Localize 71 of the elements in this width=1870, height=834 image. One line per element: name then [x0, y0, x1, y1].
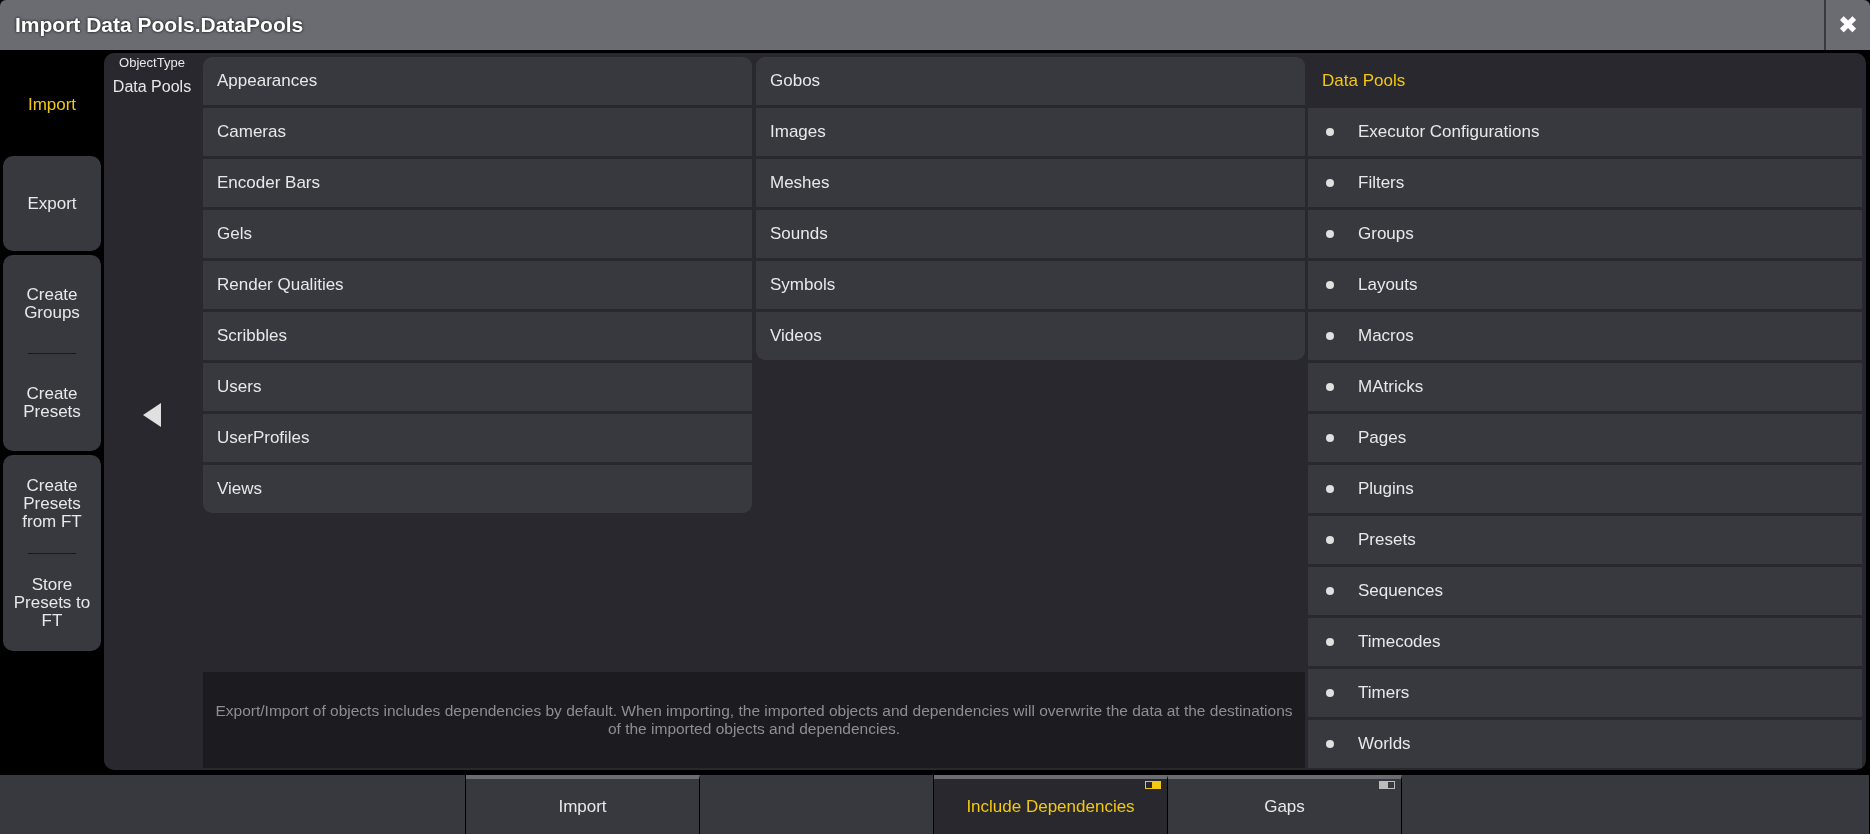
bullet-icon	[1326, 383, 1334, 391]
list-row[interactable]: MAtricks	[1308, 363, 1862, 411]
bullet-icon	[1326, 281, 1334, 289]
list-label: Presets	[1358, 529, 1416, 552]
bullet-icon	[1326, 587, 1334, 595]
list-item[interactable]: Videos	[756, 312, 1305, 360]
list-label: Groups	[1358, 223, 1414, 246]
list-item[interactable]: Symbols	[756, 261, 1305, 309]
list-item[interactable]: Views	[203, 465, 752, 513]
list-row[interactable]: Groups	[1308, 210, 1862, 258]
list-row[interactable]: Macros	[1308, 312, 1862, 360]
list-row[interactable]: Executor Configurations	[1308, 108, 1862, 156]
list-row[interactable]: Plugins	[1308, 465, 1862, 513]
list-row[interactable]: Timers	[1308, 669, 1862, 717]
import-button[interactable]: Import	[466, 775, 700, 834]
list-item[interactable]: Meshes	[756, 159, 1305, 207]
list-row[interactable]: Pages	[1308, 414, 1862, 462]
list-item[interactable]: Gels	[203, 210, 752, 258]
list-label: Timecodes	[1358, 631, 1441, 654]
bullet-icon	[1326, 230, 1334, 238]
bullet-icon	[1326, 740, 1334, 748]
object-type-caption: ObjectType	[119, 56, 185, 69]
list-item[interactable]: Sounds	[756, 210, 1305, 258]
object-type-value: Data Pools	[112, 77, 192, 97]
list-item[interactable]: Images	[756, 108, 1305, 156]
list-label: MAtricks	[1358, 376, 1424, 399]
list-label: Macros	[1358, 325, 1414, 348]
list-item[interactable]: UserProfiles	[203, 414, 752, 462]
bullet-icon	[1326, 536, 1334, 544]
list-label: Layouts	[1358, 274, 1418, 297]
list-label: Filters	[1358, 172, 1405, 195]
toggle-indicator-icon	[1379, 781, 1395, 789]
list-item[interactable]: Gobos	[756, 57, 1305, 105]
side-button[interactable]: Create Groups	[3, 255, 101, 353]
list-item[interactable]: Scribbles	[203, 312, 752, 360]
side-button[interactable]: Create Presets	[3, 354, 101, 451]
toggle-button[interactable]: Gaps	[1168, 775, 1402, 834]
list-row[interactable]: Worlds	[1308, 720, 1862, 768]
list-heading: Data Pools	[1321, 70, 1407, 93]
side-button[interactable]: Create Presets from FT	[3, 455, 101, 553]
list-row[interactable]: Sequences	[1308, 567, 1862, 615]
list-item[interactable]: Render Qualities	[203, 261, 752, 309]
bullet-icon	[1326, 689, 1334, 697]
list-row[interactable]: Timecodes	[1308, 618, 1862, 666]
bullet-icon	[1326, 128, 1334, 136]
bullet-icon	[1326, 179, 1334, 187]
side-button[interactable]: Store Presets to FT	[3, 554, 101, 651]
toggle-indicator-icon	[1145, 781, 1161, 789]
info-text: Export/Import of objects includes dependencies by default. When importing, the imported objects and dependencies will overwrite the data at the destinations of the imported objects and dependencies.	[203, 672, 1305, 768]
bullet-icon	[1326, 434, 1334, 442]
left-triangle-icon[interactable]	[143, 402, 161, 427]
side-tab[interactable]: Export	[3, 156, 101, 251]
bullet-icon	[1326, 485, 1334, 493]
toggle-button[interactable]: Include Dependencies	[934, 775, 1168, 834]
bullet-icon	[1326, 638, 1334, 646]
list-item[interactable]: Users	[203, 363, 752, 411]
list-item[interactable]: Appearances	[203, 57, 752, 105]
list-row[interactable]: Presets	[1308, 516, 1862, 564]
list-label: Timers	[1358, 682, 1410, 705]
list-row[interactable]: Layouts	[1308, 261, 1862, 309]
list-label: Pages	[1358, 427, 1407, 450]
window-title: Import Data Pools.DataPools	[14, 12, 305, 39]
list-item[interactable]: Encoder Bars	[203, 159, 752, 207]
close-button[interactable]: ✖	[1824, 0, 1870, 50]
list-label: Sequences	[1358, 580, 1444, 603]
list-item[interactable]: Cameras	[203, 108, 752, 156]
list-label: Executor Configurations	[1358, 121, 1540, 144]
list-label: Plugins	[1358, 478, 1414, 501]
bullet-icon	[1326, 332, 1334, 340]
list-row[interactable]: Filters	[1308, 159, 1862, 207]
list-label: Worlds	[1358, 733, 1411, 756]
